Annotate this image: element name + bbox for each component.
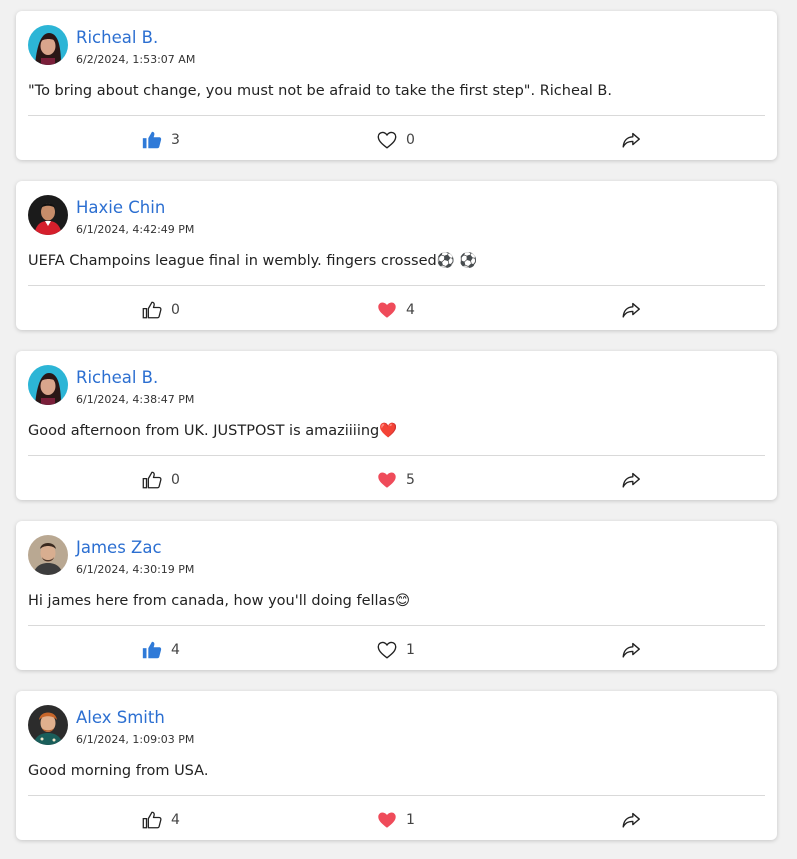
avatar[interactable] [28,535,68,575]
like-button[interactable]: 0 [141,298,180,322]
divider [28,625,765,626]
like-count: 0 [171,302,180,318]
author-name[interactable]: James Zac [76,537,162,559]
author-name[interactable]: Richeal B. [76,367,158,389]
author-name[interactable]: Alex Smith [76,707,165,729]
heart-button[interactable]: 0 [376,128,415,152]
post-card: Richeal B. 6/2/2024, 1:53:07 AM "To brin… [16,11,777,160]
thumbs-up-icon [141,129,163,151]
post-text: Good morning from USA. [28,763,209,779]
heart-button[interactable]: 4 [376,298,415,322]
divider [28,455,765,456]
like-button[interactable]: 0 [141,468,180,492]
post-text: UEFA Champoins league final in wembly. f… [28,253,478,269]
author-name[interactable]: Haxie Chin [76,197,165,219]
heart-count: 4 [406,302,415,318]
like-count: 3 [171,132,180,148]
share-icon [620,129,642,151]
post-text: Hi james here from canada, how you'll do… [28,593,411,609]
post-card: James Zac 6/1/2024, 4:30:19 PM Hi james … [16,521,777,670]
divider [28,115,765,116]
post-feed: Richeal B. 6/2/2024, 1:53:07 AM "To brin… [0,0,797,859]
share-button[interactable] [620,128,642,152]
post-text: Good afternoon from UK. JUSTPOST is amaz… [28,423,398,439]
avatar[interactable] [28,195,68,235]
avatar[interactable] [28,705,68,745]
share-icon [620,809,642,831]
post-card: Haxie Chin 6/1/2024, 4:42:49 PM UEFA Cha… [16,181,777,330]
like-button[interactable]: 4 [141,808,180,832]
thumbs-up-icon [141,469,163,491]
like-count: 4 [171,642,180,658]
avatar[interactable] [28,25,68,65]
post-card: Richeal B. 6/1/2024, 4:38:47 PM Good aft… [16,351,777,500]
like-button[interactable]: 4 [141,638,180,662]
post-card: Alex Smith 6/1/2024, 1:09:03 PM Good mor… [16,691,777,840]
thumbs-up-icon [141,639,163,661]
share-button[interactable] [620,468,642,492]
heart-button[interactable]: 1 [376,808,415,832]
share-icon [620,469,642,491]
heart-count: 0 [406,132,415,148]
divider [28,795,765,796]
post-timestamp: 6/1/2024, 4:30:19 PM [76,563,195,576]
author-name[interactable]: Richeal B. [76,27,158,49]
like-button[interactable]: 3 [141,128,180,152]
divider [28,285,765,286]
heart-button[interactable]: 5 [376,468,415,492]
share-button[interactable] [620,638,642,662]
heart-icon [376,639,398,661]
heart-icon [376,299,398,321]
post-timestamp: 6/1/2024, 1:09:03 PM [76,733,195,746]
heart-count: 5 [406,472,415,488]
post-text: "To bring about change, you must not be … [28,83,612,99]
thumbs-up-icon [141,299,163,321]
post-timestamp: 6/1/2024, 4:42:49 PM [76,223,195,236]
share-button[interactable] [620,808,642,832]
avatar[interactable] [28,365,68,405]
heart-button[interactable]: 1 [376,638,415,662]
share-button[interactable] [620,298,642,322]
heart-count: 1 [406,812,415,828]
like-count: 4 [171,812,180,828]
like-count: 0 [171,472,180,488]
post-timestamp: 6/1/2024, 4:38:47 PM [76,393,195,406]
thumbs-up-icon [141,809,163,831]
post-timestamp: 6/2/2024, 1:53:07 AM [76,53,196,66]
heart-count: 1 [406,642,415,658]
share-icon [620,299,642,321]
share-icon [620,639,642,661]
heart-icon [376,469,398,491]
heart-icon [376,809,398,831]
heart-icon [376,129,398,151]
